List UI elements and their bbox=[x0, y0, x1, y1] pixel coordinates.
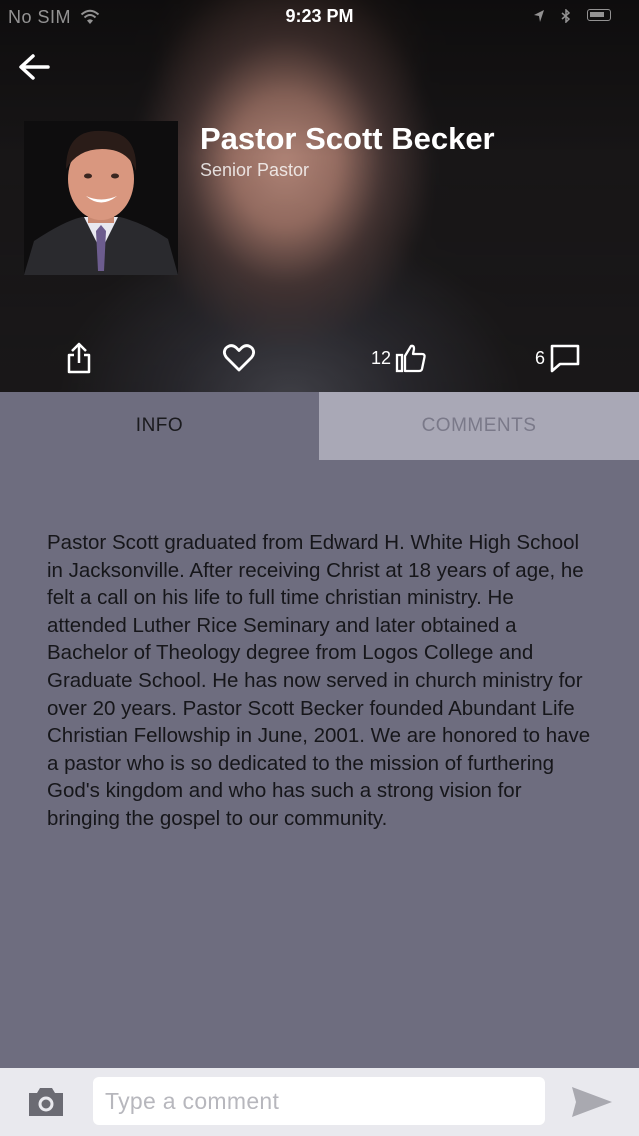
location-arrow-icon bbox=[534, 10, 544, 22]
bluetooth-icon bbox=[561, 9, 571, 23]
tab-bar: INFO COMMENTS bbox=[0, 392, 639, 460]
send-icon[interactable] bbox=[570, 1084, 614, 1120]
bio-text: Pastor Scott graduated from Edward H. Wh… bbox=[47, 531, 591, 830]
profile-header: No SIM 9:23 PM Pastor Scott Becker Senio… bbox=[0, 0, 639, 392]
favorite-button[interactable] bbox=[222, 338, 256, 378]
comment-input[interactable] bbox=[93, 1077, 545, 1125]
back-arrow-icon[interactable] bbox=[16, 48, 56, 88]
tab-info[interactable]: INFO bbox=[0, 392, 319, 460]
status-bar: No SIM 9:23 PM bbox=[0, 0, 639, 36]
profile-title: Senior Pastor bbox=[200, 160, 310, 180]
comment-count: 6 bbox=[535, 347, 546, 368]
share-icon bbox=[67, 342, 91, 374]
profile-name: Pastor Scott Becker bbox=[200, 121, 495, 156]
share-button[interactable] bbox=[64, 338, 94, 378]
profile-photo bbox=[24, 121, 178, 275]
comments-count-button[interactable]: 6 bbox=[535, 338, 581, 378]
like-count: 12 bbox=[371, 347, 392, 368]
screen: No SIM 9:23 PM Pastor Scott Becker Senio… bbox=[0, 0, 639, 1136]
like-button[interactable]: 12 bbox=[371, 338, 427, 378]
tab-comments[interactable]: COMMENTS bbox=[319, 392, 639, 460]
speech-bubble-icon bbox=[550, 344, 580, 373]
thumbs-up-icon bbox=[395, 344, 426, 373]
battery-icon bbox=[587, 9, 611, 21]
heart-icon bbox=[222, 344, 256, 372]
camera-icon[interactable] bbox=[26, 1084, 66, 1120]
status-indicators bbox=[533, 9, 611, 23]
